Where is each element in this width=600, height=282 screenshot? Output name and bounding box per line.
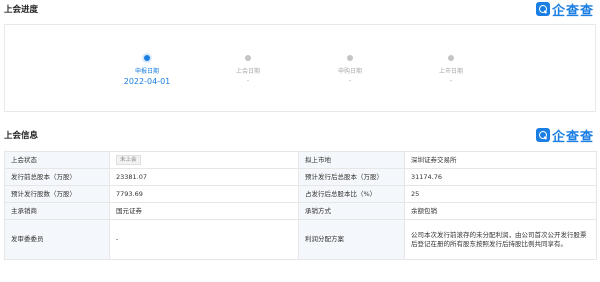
field-label: 上会状态 — [4, 151, 110, 169]
table-row: 主承销商 国元证券 承销方式 余额包销 — [4, 202, 597, 220]
step-date: 2022-04-01 — [123, 77, 171, 86]
info-section-title: 上会信息 — [4, 131, 39, 141]
step-meeting: 上会日期 - — [208, 55, 288, 85]
info-section-header: 上会信息 企查查 — [0, 126, 600, 146]
step-date: - — [246, 77, 250, 85]
table-row: 预计发行股数（万股） 7793.69 占发行后总股本比（%） 25 — [4, 185, 597, 203]
field-label: 拟上市地 — [298, 151, 405, 169]
magnifier-icon — [535, 2, 550, 16]
field-label: 发行前总股本（万股） — [4, 168, 110, 186]
field-value: 深圳证券交易所 — [404, 151, 597, 169]
brand-logo[interactable]: 企查查 — [535, 1, 594, 19]
field-label: 承销方式 — [298, 202, 405, 220]
step-dot — [448, 55, 454, 61]
step-date: - — [449, 77, 453, 85]
step-label: 申购日期 — [337, 68, 362, 75]
progress-section-header: 上会进度 企查查 — [0, 0, 600, 20]
field-value: 公司本次发行前滚存的未分配利润，由公司首次公开发行股票后登记在册的所有股东按照发… — [404, 219, 597, 260]
progress-section-title: 上会进度 — [4, 5, 39, 15]
field-value: 余额包销 — [404, 202, 597, 220]
ipo-info-table: 上会状态 未上会 拟上市地 深圳证券交易所 发行前总股本（万股） 23381.0… — [4, 151, 597, 260]
step-listing: 上市日期 - — [411, 55, 491, 85]
step-dot-active — [144, 55, 150, 61]
step-dot — [347, 55, 353, 61]
brand-logo[interactable]: 企查查 — [535, 127, 594, 145]
field-label: 发审委委员 — [4, 219, 110, 260]
step-date: - — [348, 77, 352, 85]
table-row: 发行前总股本（万股） 23381.07 预计发行后总股本（万股） 31174.7… — [4, 168, 597, 186]
brand-name: 企查查 — [551, 129, 594, 145]
field-value: 国元证券 — [109, 202, 299, 220]
progress-timeline: 申报日期 2022-04-01 上会日期 - 申购日期 - 上市日期 - — [4, 24, 596, 112]
field-value: 23381.07 — [109, 168, 299, 186]
field-label: 主承销商 — [4, 202, 110, 220]
field-value: 未上会 — [109, 151, 299, 169]
table-row: 上会状态 未上会 拟上市地 深圳证券交易所 — [4, 151, 597, 169]
field-label: 预计发行后总股本（万股） — [298, 168, 405, 186]
table-row: 发审委委员 - 利润分配方案 公司本次发行前滚存的未分配利润，由公司首次公开发行… — [4, 219, 597, 260]
field-value: 25 — [404, 185, 597, 203]
field-label: 预计发行股数（万股） — [4, 185, 110, 203]
status-badge: 未上会 — [116, 155, 141, 165]
field-label: 占发行后总股本比（%） — [298, 185, 405, 203]
step-subscription: 申购日期 - — [310, 55, 390, 85]
step-label: 申报日期 — [134, 68, 159, 75]
field-value: - — [109, 219, 299, 260]
field-value: 7793.69 — [109, 185, 299, 203]
step-filing: 申报日期 2022-04-01 — [107, 55, 187, 86]
step-dot — [245, 55, 251, 61]
step-label: 上市日期 — [438, 68, 463, 75]
brand-name: 企查查 — [551, 3, 594, 19]
field-label: 利润分配方案 — [298, 219, 405, 260]
step-label: 上会日期 — [235, 68, 260, 75]
field-value: 31174.76 — [404, 168, 597, 186]
magnifier-icon — [535, 128, 550, 142]
